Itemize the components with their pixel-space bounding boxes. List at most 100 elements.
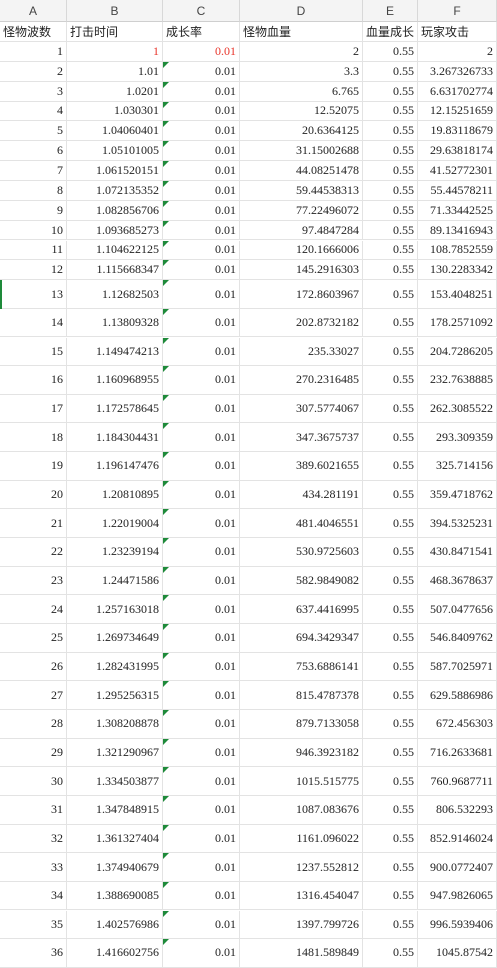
- header-cell-monster-hp[interactable]: 怪物血量: [240, 22, 363, 42]
- header-cell-wave[interactable]: 怪物波数: [0, 22, 67, 42]
- cell-hp-growth[interactable]: 0.55: [363, 738, 418, 768]
- cell-wave[interactable]: 5: [0, 121, 67, 142]
- cell-hit-time[interactable]: 1.416602756: [67, 939, 163, 968]
- cell-hit-time[interactable]: 1.24471586: [67, 566, 163, 596]
- cell-hit-time[interactable]: 1: [67, 42, 163, 62]
- cell-hp-growth[interactable]: 0.55: [363, 81, 418, 102]
- cell-growth-rate[interactable]: 0.01: [163, 738, 240, 768]
- cell-growth-rate[interactable]: 0.01: [163, 509, 240, 539]
- cell-player-attack[interactable]: 153.4048251: [418, 280, 497, 309]
- cell-hp-growth[interactable]: 0.55: [363, 652, 418, 682]
- cell-monster-hp[interactable]: 815.4787378: [240, 681, 363, 710]
- cell-hit-time[interactable]: 1.172578645: [67, 394, 163, 424]
- cell-monster-hp[interactable]: 172.8603967: [240, 280, 363, 309]
- cell-growth-rate[interactable]: 0.01: [163, 161, 240, 181]
- cell-hp-growth[interactable]: 0.55: [363, 881, 418, 911]
- cell-monster-hp[interactable]: 77.22496072: [240, 200, 363, 221]
- cell-hit-time[interactable]: 1.20810895: [67, 480, 163, 510]
- cell-hit-time[interactable]: 1.269734649: [67, 624, 163, 653]
- cell-hit-time[interactable]: 1.374940679: [67, 853, 163, 882]
- header-cell-player-attack[interactable]: 玩家攻击: [418, 22, 497, 42]
- cell-hp-growth[interactable]: 0.55: [363, 480, 418, 510]
- cell-player-attack[interactable]: 204.7286205: [418, 337, 497, 367]
- cell-player-attack[interactable]: 232.7638885: [418, 366, 497, 395]
- cell-monster-hp[interactable]: 1397.799726: [240, 910, 363, 940]
- cell-hit-time[interactable]: 1.12682503: [67, 280, 163, 309]
- cell-growth-rate[interactable]: 0.01: [163, 240, 240, 261]
- cell-monster-hp[interactable]: 481.4046551: [240, 509, 363, 539]
- cell-hit-time[interactable]: 1.160968955: [67, 366, 163, 395]
- cell-monster-hp[interactable]: 637.4416995: [240, 595, 363, 624]
- cell-monster-hp[interactable]: 1316.454047: [240, 881, 363, 911]
- column-header-c[interactable]: C: [163, 0, 240, 22]
- cell-monster-hp[interactable]: 389.6021655: [240, 452, 363, 481]
- cell-hp-growth[interactable]: 0.55: [363, 42, 418, 62]
- cell-hit-time[interactable]: 1.257163018: [67, 595, 163, 624]
- cell-wave[interactable]: 20: [0, 480, 67, 510]
- cell-growth-rate[interactable]: 0.01: [163, 480, 240, 510]
- cell-hit-time[interactable]: 1.04060401: [67, 121, 163, 142]
- cell-player-attack[interactable]: 629.5886986: [418, 681, 497, 710]
- cell-hp-growth[interactable]: 0.55: [363, 452, 418, 481]
- cell-hp-growth[interactable]: 0.55: [363, 61, 418, 82]
- cell-player-attack[interactable]: 293.309359: [418, 423, 497, 453]
- cell-growth-rate[interactable]: 0.01: [163, 881, 240, 911]
- cell-growth-rate[interactable]: 0.01: [163, 308, 240, 338]
- cell-hp-growth[interactable]: 0.55: [363, 141, 418, 162]
- cell-monster-hp[interactable]: 2: [240, 42, 363, 62]
- header-cell-hp-growth[interactable]: 血量成长: [363, 22, 418, 42]
- cell-player-attack[interactable]: 394.5325231: [418, 509, 497, 539]
- cell-hp-growth[interactable]: 0.55: [363, 795, 418, 825]
- cell-hp-growth[interactable]: 0.55: [363, 240, 418, 261]
- cell-player-attack[interactable]: 12.15251659: [418, 101, 497, 122]
- cell-player-attack[interactable]: 430.8471541: [418, 538, 497, 567]
- cell-player-attack[interactable]: 178.2571092: [418, 308, 497, 338]
- cell-hit-time[interactable]: 1.149474213: [67, 337, 163, 367]
- cell-hp-growth[interactable]: 0.55: [363, 101, 418, 122]
- cell-monster-hp[interactable]: 270.2316485: [240, 366, 363, 395]
- cell-player-attack[interactable]: 468.3678637: [418, 566, 497, 596]
- cell-growth-rate[interactable]: 0.01: [163, 200, 240, 221]
- cell-player-attack[interactable]: 947.9826065: [418, 881, 497, 911]
- cell-hp-growth[interactable]: 0.55: [363, 910, 418, 940]
- cell-hp-growth[interactable]: 0.55: [363, 161, 418, 181]
- cell-monster-hp[interactable]: 434.281191: [240, 480, 363, 510]
- cell-hit-time[interactable]: 1.05101005: [67, 141, 163, 162]
- cell-player-attack[interactable]: 546.8409762: [418, 624, 497, 653]
- cell-player-attack[interactable]: 359.4718762: [418, 480, 497, 510]
- cell-player-attack[interactable]: 71.33442525: [418, 200, 497, 221]
- cell-growth-rate[interactable]: 0.01: [163, 939, 240, 968]
- cell-player-attack[interactable]: 1045.87542: [418, 939, 497, 968]
- cell-growth-rate[interactable]: 0.01: [163, 42, 240, 62]
- cell-monster-hp[interactable]: 1087.083676: [240, 795, 363, 825]
- cell-wave[interactable]: 32: [0, 824, 67, 854]
- cell-hit-time[interactable]: 1.22019004: [67, 509, 163, 539]
- cell-hp-growth[interactable]: 0.55: [363, 337, 418, 367]
- cell-wave[interactable]: 25: [0, 624, 67, 653]
- cell-hit-time[interactable]: 1.388690085: [67, 881, 163, 911]
- cell-growth-rate[interactable]: 0.01: [163, 795, 240, 825]
- cell-hit-time[interactable]: 1.0201: [67, 81, 163, 102]
- cell-wave[interactable]: 15: [0, 337, 67, 367]
- cell-growth-rate[interactable]: 0.01: [163, 624, 240, 653]
- cell-wave[interactable]: 17: [0, 394, 67, 424]
- cell-hp-growth[interactable]: 0.55: [363, 180, 418, 201]
- cell-wave[interactable]: 23: [0, 566, 67, 596]
- cell-hp-growth[interactable]: 0.55: [363, 121, 418, 142]
- cell-wave[interactable]: 28: [0, 709, 67, 739]
- cell-hit-time[interactable]: 1.282431995: [67, 652, 163, 682]
- cell-player-attack[interactable]: 89.13416943: [418, 220, 497, 241]
- cell-player-attack[interactable]: 900.0772407: [418, 853, 497, 882]
- cell-wave[interactable]: 19: [0, 452, 67, 481]
- cell-hit-time[interactable]: 1.184304431: [67, 423, 163, 453]
- cell-hp-growth[interactable]: 0.55: [363, 280, 418, 309]
- cell-growth-rate[interactable]: 0.01: [163, 824, 240, 854]
- cell-hp-growth[interactable]: 0.55: [363, 308, 418, 338]
- cell-hit-time[interactable]: 1.402576986: [67, 910, 163, 940]
- cell-monster-hp[interactable]: 44.08251478: [240, 161, 363, 181]
- cell-growth-rate[interactable]: 0.01: [163, 709, 240, 739]
- cell-monster-hp[interactable]: 1237.552812: [240, 853, 363, 882]
- cell-hp-growth[interactable]: 0.55: [363, 709, 418, 739]
- cell-hit-time[interactable]: 1.308208878: [67, 709, 163, 739]
- cell-monster-hp[interactable]: 202.8732182: [240, 308, 363, 338]
